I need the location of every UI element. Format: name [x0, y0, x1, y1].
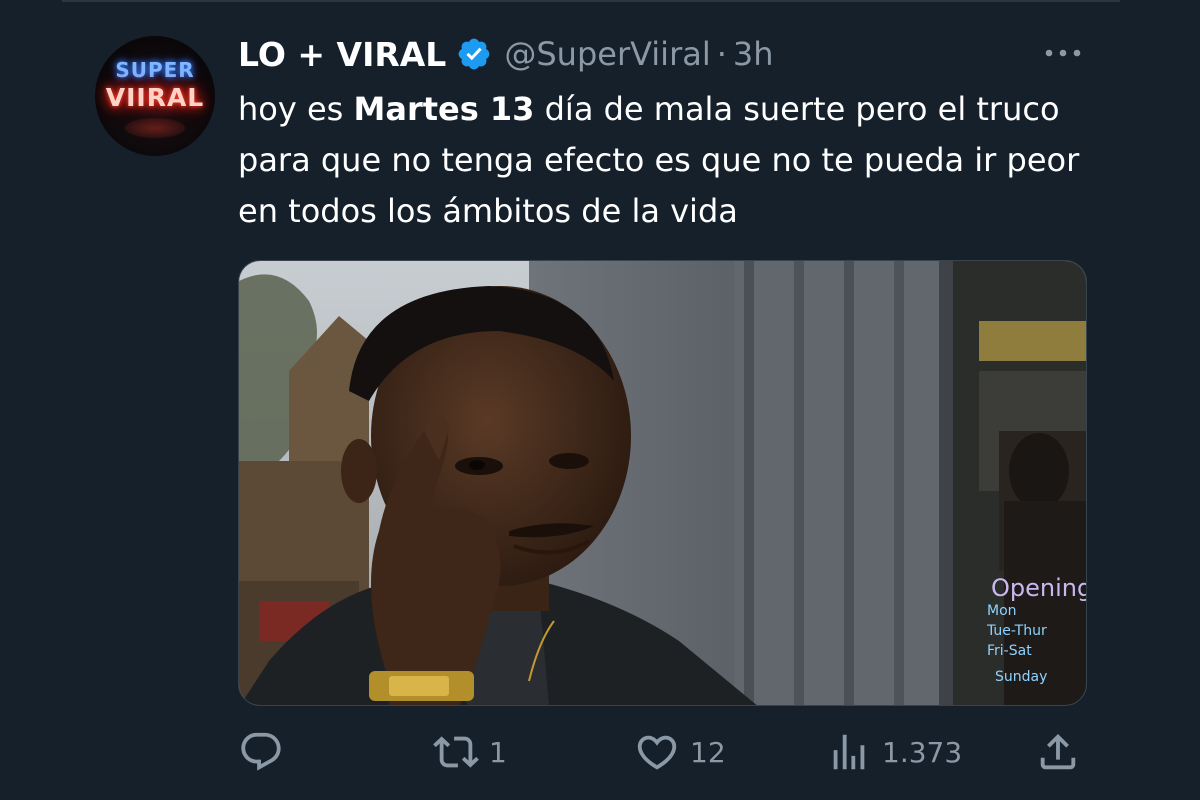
window-sign-line-2: Tue-Thur	[986, 623, 1047, 639]
display-name[interactable]: LO + VIRAL	[238, 35, 446, 74]
window-sign-title: Opening	[991, 574, 1087, 602]
action-bar: 1 12 1.373	[238, 726, 1088, 778]
tweet-page: SUPER VIIRAL LO + VIRAL @SuperViiral · 3…	[0, 0, 1200, 800]
tweet-media-image[interactable]: Opening Mon Tue-Thur Fri-Sat Sunday	[238, 260, 1087, 706]
user-handle[interactable]: @SuperViiral	[504, 35, 710, 73]
more-options-icon[interactable]	[1040, 40, 1086, 66]
avatar-text-viiral: VIIRAL	[105, 83, 205, 112]
reply-button[interactable]	[238, 726, 294, 778]
avatar-glow	[125, 118, 185, 138]
tweet-text: hoy es Martes 13 día de mala suerte pero…	[238, 84, 1088, 237]
window-sign-line-1: Mon	[987, 603, 1017, 619]
tweet-text-bold: Martes 13	[353, 90, 535, 128]
avatar-text-super: SUPER	[115, 58, 195, 82]
timestamp[interactable]: 3h	[733, 35, 774, 73]
top-divider	[62, 0, 1120, 2]
views-count: 1.373	[882, 735, 963, 769]
reply-icon	[238, 729, 284, 775]
verified-badge-icon	[456, 36, 492, 72]
share-icon	[1035, 729, 1081, 775]
like-button[interactable]: 12	[634, 726, 726, 778]
separator-dot: ·	[716, 35, 727, 73]
tweet-header: LO + VIRAL @SuperViiral · 3h	[238, 28, 774, 80]
views-button[interactable]: 1.373	[826, 726, 962, 778]
views-icon	[826, 729, 872, 775]
retweet-count: 1	[489, 735, 507, 769]
share-button[interactable]	[1035, 726, 1091, 778]
retweet-button[interactable]: 1	[433, 726, 507, 778]
window-sign-line-3: Fri-Sat	[987, 643, 1032, 659]
avatar[interactable]: SUPER VIIRAL	[95, 36, 215, 156]
heart-icon	[634, 729, 680, 775]
like-count: 12	[690, 735, 726, 769]
window-sign-line-4: Sunday	[995, 669, 1047, 685]
retweet-icon	[433, 729, 479, 775]
tweet-text-start: hoy es	[238, 90, 354, 128]
